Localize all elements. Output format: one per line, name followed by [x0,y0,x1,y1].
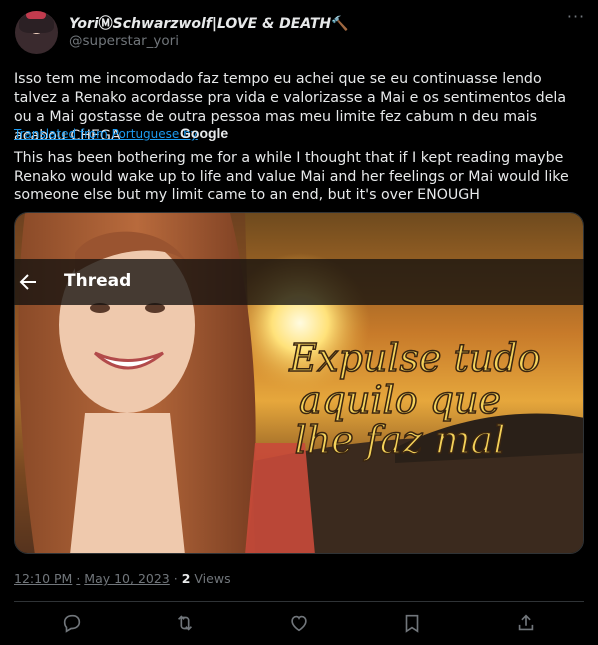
meta-separator-2: · [173,571,178,586]
retweet-icon[interactable] [174,612,196,634]
caption-line-2: aquilo que [299,378,501,422]
views-label: Views [194,571,231,586]
reply-icon[interactable] [61,612,83,634]
tweet-date[interactable]: May 10, 2023 [84,571,169,586]
thread-header: Thread [14,259,584,305]
thread-title: Thread [64,271,132,291]
author-handle[interactable]: @superstar_yori [69,33,179,49]
like-icon[interactable] [288,612,310,634]
more-icon[interactable]: ··· [566,9,586,30]
divider [14,601,584,602]
views-count: 2 [181,571,191,586]
action-bar [0,610,598,638]
author-display-name[interactable]: YoriⓂSchwarzwolf|LOVE & DEATH🔨 [69,13,349,33]
bookmark-icon[interactable] [401,612,423,634]
avatar-bow [26,11,46,19]
author-name-emoji: 🔨 [331,16,349,32]
share-icon[interactable] [515,612,537,634]
google-logo: Google [180,125,229,141]
caption-line-1: Expulse tudo [288,336,540,380]
tweet-translation: This has been bothering me for a while I… [14,150,569,203]
meta-separator: · [76,571,81,586]
author-name-rest: Schwarzwolf|LOVE & DEATH [112,16,332,32]
avatar[interactable] [15,11,58,54]
author-name-symbol: Ⓜ [98,16,113,32]
tweet-time[interactable]: 12:10 PM [14,571,72,586]
author-name-styled: Yori [69,16,99,32]
translated-link[interactable]: Translated from Portuguese by [14,126,198,142]
caption-line-3: lhe faz mal [295,418,506,462]
back-arrow-icon[interactable] [16,270,40,294]
tweet-meta: 12:10 PM · May 10, 2023 · 2 Views [14,571,231,586]
